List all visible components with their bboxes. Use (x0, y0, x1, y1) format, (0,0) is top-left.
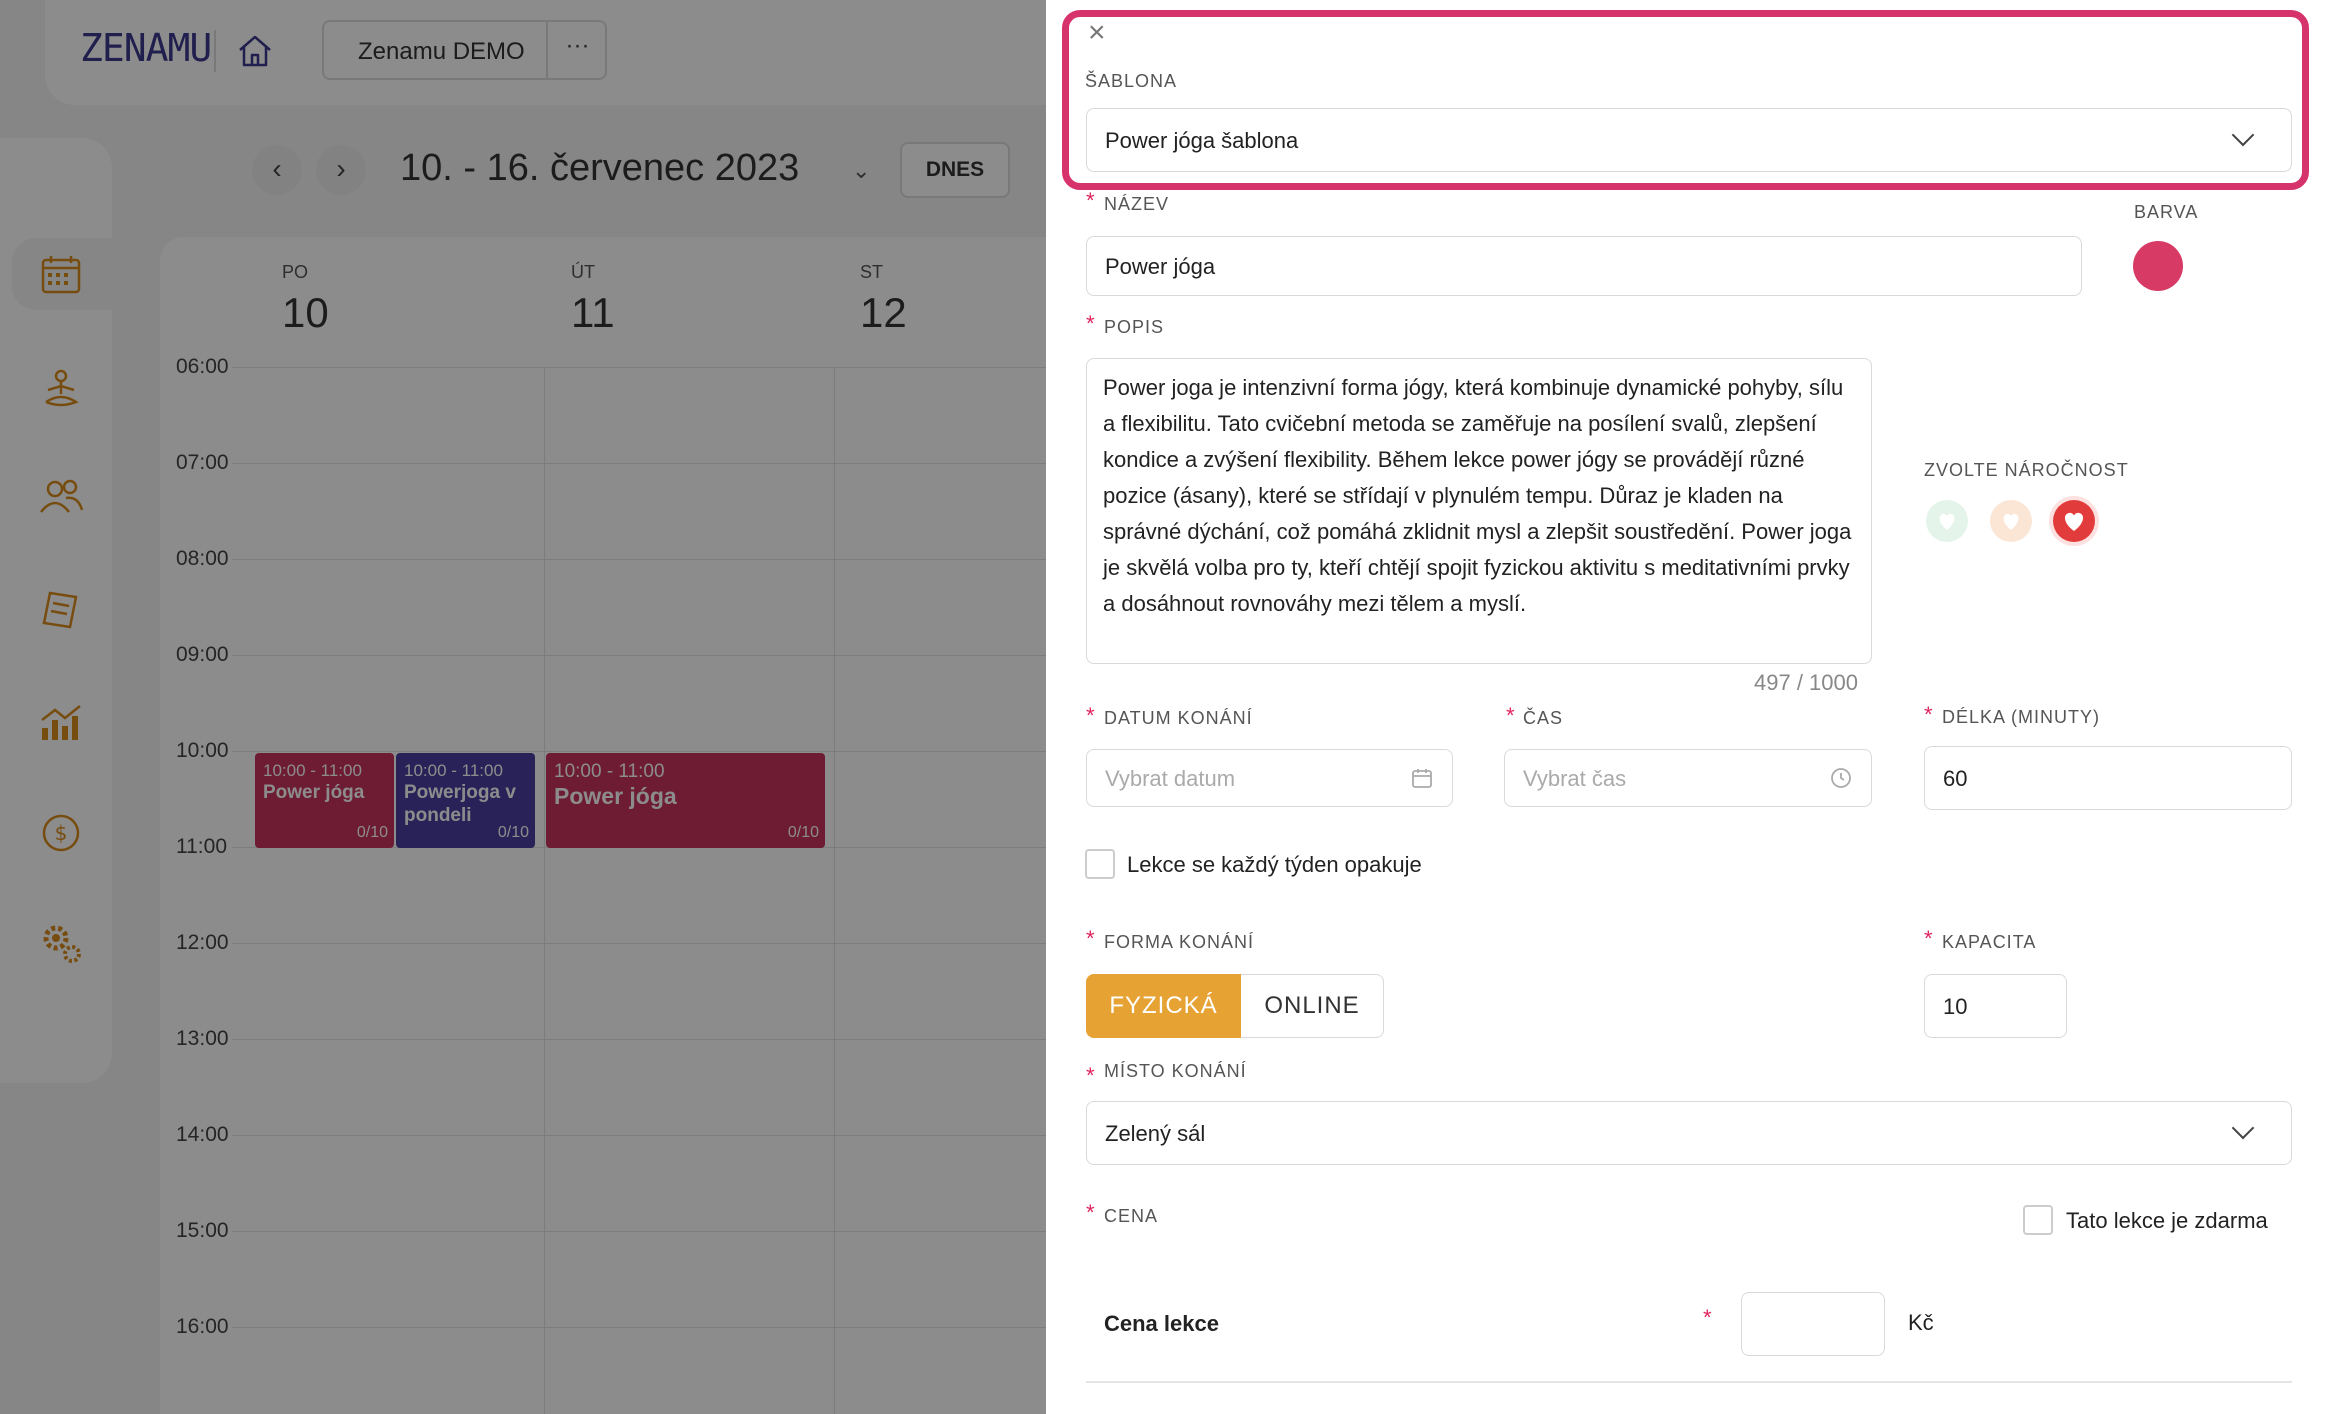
location-value: Zelený sál (1105, 1121, 1206, 1146)
difficulty-medium-heart-icon[interactable] (1990, 500, 2032, 542)
name-input[interactable]: Power jóga (1086, 236, 2082, 296)
description-label: POPIS (1104, 317, 1165, 337)
price-label: CENA (1104, 1206, 1159, 1226)
form-type-physical-button[interactable]: FYZICKÁ (1086, 974, 1241, 1038)
time-picker[interactable]: Vybrat čas (1504, 749, 1872, 807)
free-lesson-label[interactable]: Tato lekce je zdarma (2066, 1208, 2268, 1234)
calendar-icon (1410, 766, 1434, 795)
form-type-online-button[interactable]: ONLINE (1241, 974, 1384, 1038)
repeat-checkbox[interactable] (1085, 849, 1115, 879)
required-mark: * (1086, 1200, 1095, 1225)
time-label: ČAS (1523, 708, 1564, 728)
name-label: NÁZEV (1104, 194, 1170, 214)
template-label: ŠABLONA (1085, 71, 1178, 91)
location-select[interactable]: Zelený sál (1086, 1101, 2292, 1165)
color-picker[interactable] (2133, 241, 2183, 291)
required-mark: * (1506, 703, 1515, 728)
required-mark: * (1086, 188, 1095, 213)
name-value: Power jóga (1105, 254, 1216, 279)
clock-icon (1829, 766, 1853, 795)
location-label: MÍSTO KONÁNÍ (1104, 1061, 1247, 1081)
currency-label: Kč (1908, 1310, 1934, 1335)
required-mark: * (1924, 926, 1933, 951)
required-mark: * (1924, 702, 1933, 727)
form-type-label: FORMA KONÁNÍ (1104, 932, 1255, 952)
char-counter: 497 / 1000 (1754, 670, 1858, 695)
description-value: Power joga je intenzivní forma jógy, kte… (1103, 375, 1852, 616)
modal-backdrop[interactable] (0, 0, 1046, 1414)
capacity-input[interactable]: 10 (1924, 974, 2067, 1038)
duration-label: DÉLKA (MINUTY) (1942, 707, 2101, 727)
chevron-down-icon (2231, 1116, 2255, 1140)
difficulty-hard-heart-icon[interactable] (2053, 500, 2095, 542)
free-lesson-checkbox[interactable] (2023, 1205, 2053, 1235)
repeat-label[interactable]: Lekce se každý týden opakuje (1127, 852, 1422, 878)
date-label: DATUM KONÁNÍ (1104, 708, 1253, 728)
required-mark: * (1086, 703, 1095, 728)
capacity-label: KAPACITA (1942, 932, 2037, 952)
duration-input[interactable]: 60 (1924, 746, 2292, 810)
close-icon[interactable]: × (1088, 18, 1106, 48)
required-mark: * (1086, 926, 1095, 951)
required-mark: * (1086, 311, 1095, 336)
difficulty-label: ZVOLTE NÁROČNOST (1924, 460, 2129, 480)
difficulty-easy-heart-icon[interactable] (1926, 500, 1968, 542)
required-mark: * (1703, 1305, 1712, 1330)
date-picker[interactable]: Vybrat datum (1086, 749, 1453, 807)
chevron-down-icon (2231, 123, 2255, 147)
date-placeholder: Vybrat datum (1105, 766, 1236, 791)
divider (1086, 1381, 2292, 1383)
lesson-price-input[interactable] (1741, 1292, 1885, 1356)
template-value: Power jóga šablona (1105, 128, 1299, 153)
capacity-value: 10 (1943, 994, 1968, 1019)
required-mark: * (1086, 1063, 1095, 1088)
time-placeholder: Vybrat čas (1523, 766, 1627, 791)
template-select[interactable]: Power jóga šablona (1086, 108, 2292, 172)
color-label: BARVA (2134, 202, 2199, 222)
lesson-price-label: Cena lekce (1104, 1311, 1219, 1336)
duration-value: 60 (1943, 766, 1968, 791)
